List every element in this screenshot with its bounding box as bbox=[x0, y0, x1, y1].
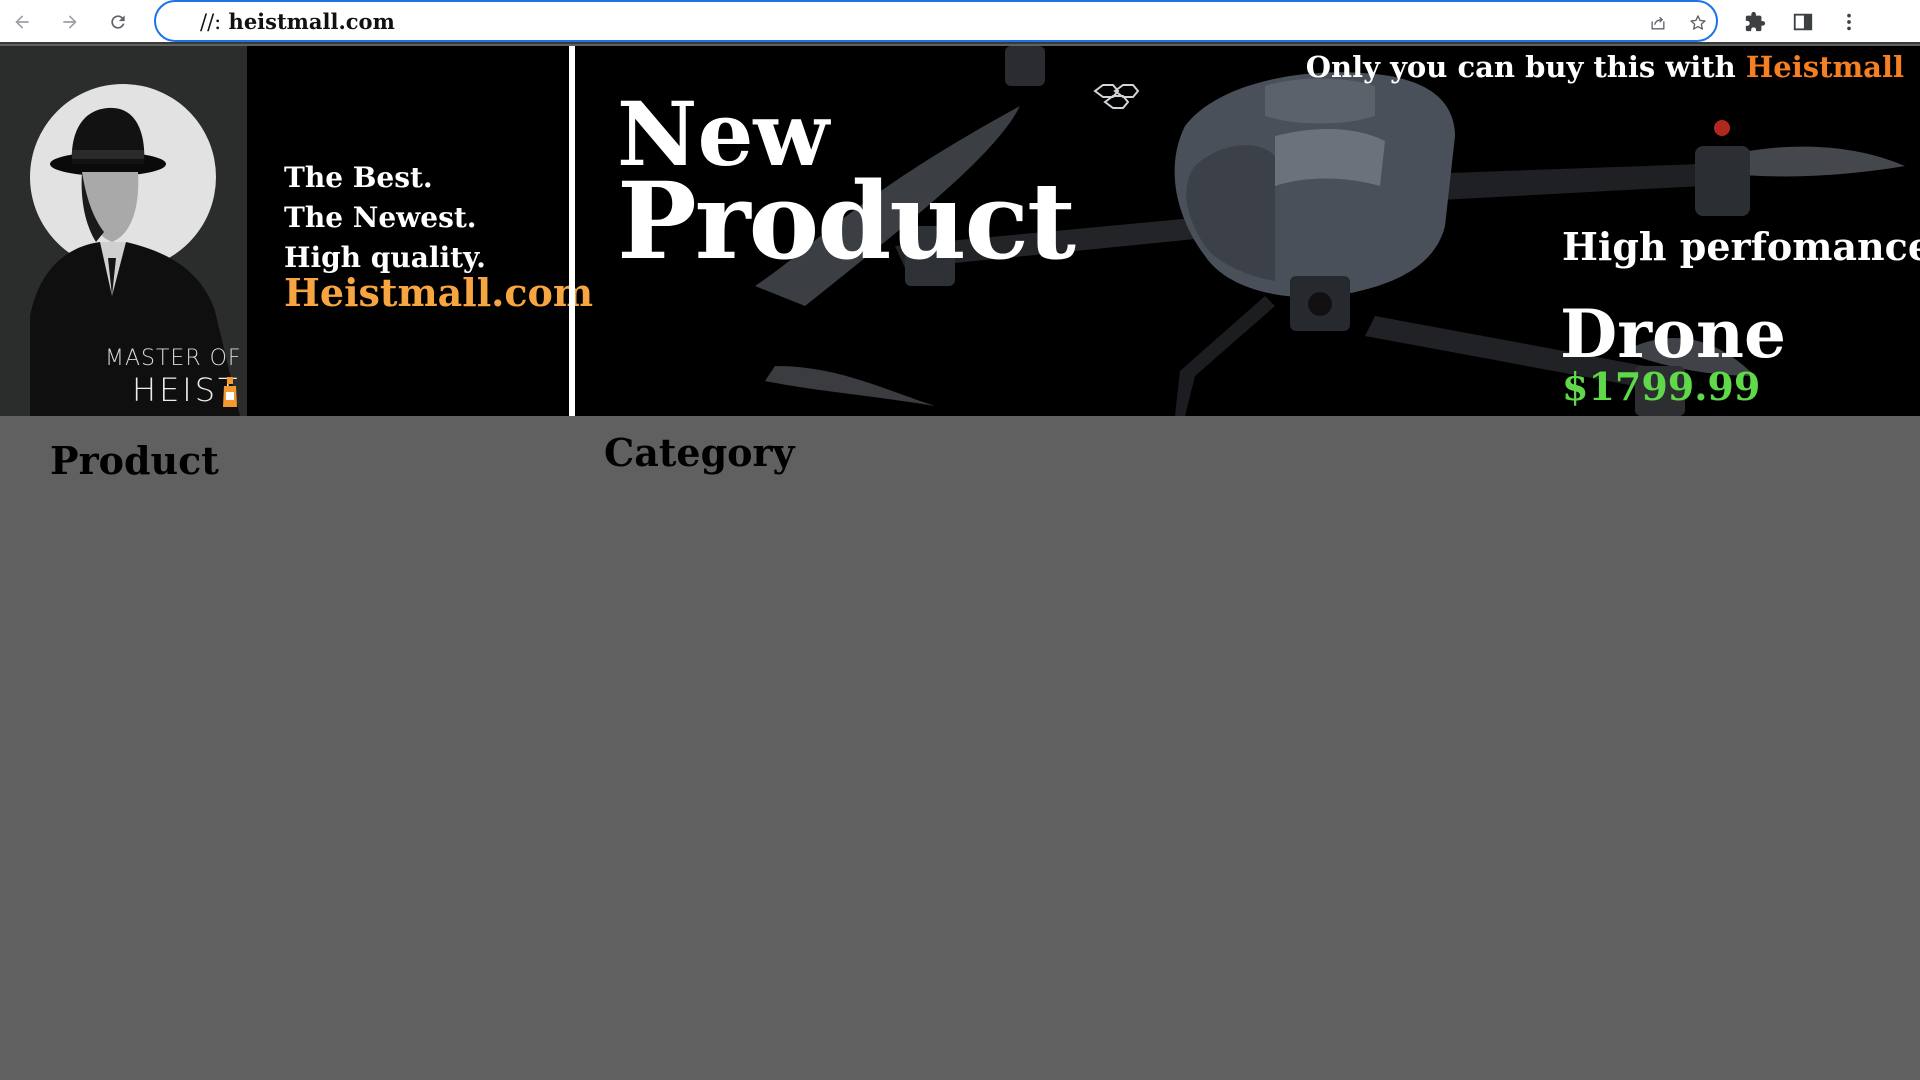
promo-line: Only you can buy this with Heistmall bbox=[1306, 50, 1904, 84]
reload-button[interactable] bbox=[104, 8, 132, 36]
address-bar[interactable]: //: heistmall.com bbox=[154, 0, 1718, 42]
bookmark-button[interactable] bbox=[1686, 11, 1710, 35]
promo-brand: Heistmall bbox=[1745, 50, 1904, 84]
bottle-icon bbox=[223, 377, 237, 407]
more-menu-button[interactable] bbox=[1836, 9, 1862, 35]
forward-button[interactable] bbox=[56, 8, 84, 36]
back-button[interactable] bbox=[8, 8, 36, 36]
feature-text: High perfomance bbox=[1562, 224, 1920, 269]
back-icon bbox=[15, 15, 29, 29]
category-heading: Category bbox=[604, 430, 795, 475]
master-of-heist-logo: MASTER OF HEIST bbox=[0, 46, 247, 416]
side-panel-icon bbox=[1793, 13, 1813, 31]
site-name: Heistmall.com bbox=[284, 270, 594, 315]
logo-line1: MASTER OF bbox=[105, 346, 242, 371]
url-host: heistmall.com bbox=[228, 9, 395, 34]
bookmark-star-icon bbox=[1690, 15, 1706, 30]
extensions-icon bbox=[1745, 11, 1766, 32]
more-menu-icon bbox=[1847, 13, 1851, 31]
share-button[interactable] bbox=[1646, 11, 1670, 35]
tagline-block: The Best. The Newest. High quality. bbox=[284, 158, 486, 278]
side-panel-button[interactable] bbox=[1790, 9, 1816, 35]
headline-product: Product bbox=[617, 158, 1076, 283]
url-scheme: //: bbox=[200, 10, 222, 34]
reload-icon bbox=[111, 15, 125, 29]
forward-icon bbox=[63, 15, 77, 29]
item-price: $1799.99 bbox=[1562, 364, 1761, 409]
item-name: Drone bbox=[1560, 295, 1787, 373]
tagline-best: The Best. bbox=[284, 161, 433, 194]
url-text[interactable]: //: heistmall.com bbox=[200, 9, 395, 34]
extensions-button[interactable] bbox=[1742, 9, 1768, 35]
promo-prefix: Only you can buy this with bbox=[1305, 50, 1736, 84]
browser-toolbar: //: heistmall.com bbox=[0, 0, 1920, 44]
promo-banner[interactable]: MASTER OF HEIST The Best. The Newest. Hi… bbox=[0, 46, 1920, 416]
share-icon bbox=[1651, 16, 1665, 30]
product-heading: Product bbox=[50, 438, 219, 483]
tagline-newest: The Newest. bbox=[284, 201, 477, 234]
